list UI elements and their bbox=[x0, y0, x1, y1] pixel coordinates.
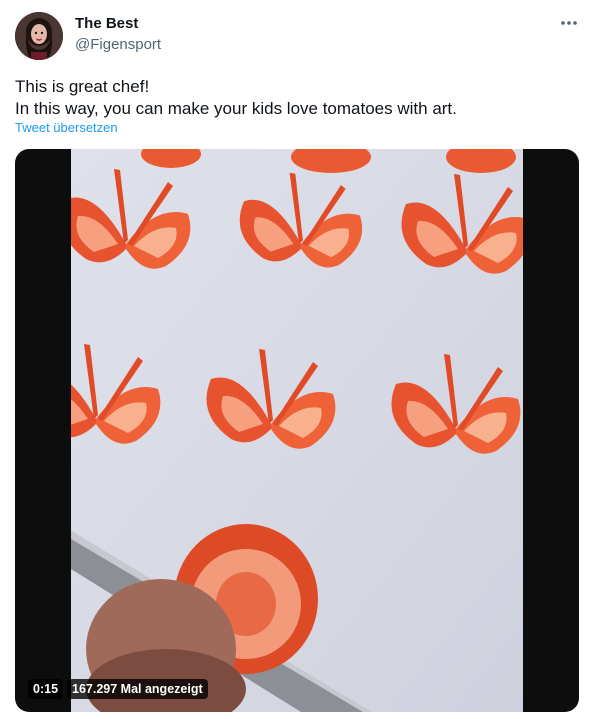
avatar[interactable] bbox=[15, 12, 63, 60]
more-horizontal-icon bbox=[561, 21, 577, 25]
tweet-text: This is great chef! In this way, you can… bbox=[15, 76, 575, 120]
avatar-image bbox=[15, 12, 63, 60]
author-display-name[interactable]: The Best bbox=[75, 15, 138, 32]
video-thumbnail bbox=[71, 149, 523, 712]
author-handle[interactable]: @Figensport bbox=[75, 36, 161, 53]
tweet-text-line-1: This is great chef! bbox=[15, 77, 150, 96]
view-count-badge: 167.297 Mal angezeigt bbox=[67, 679, 208, 699]
tweet-text-line-2: In this way, you can make your kids love… bbox=[15, 99, 457, 118]
video-player[interactable]: 0:15 167.297 Mal angezeigt bbox=[15, 149, 579, 712]
translate-tweet-link[interactable]: Tweet übersetzen bbox=[15, 120, 118, 135]
more-options-button[interactable] bbox=[558, 12, 580, 34]
video-duration-badge: 0:15 bbox=[28, 679, 64, 699]
video-frame bbox=[71, 149, 523, 712]
